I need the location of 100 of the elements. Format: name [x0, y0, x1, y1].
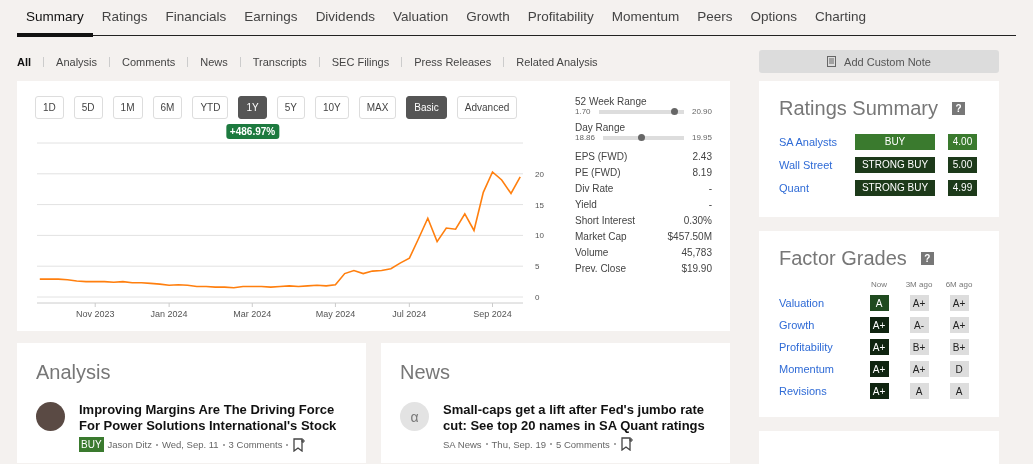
alpha-icon: α	[400, 402, 429, 431]
grade-badge: A	[909, 383, 929, 399]
y-axis-label: 20	[535, 169, 544, 179]
stat-label: Prev. Close	[575, 262, 626, 274]
period-button[interactable]: 10Y	[314, 96, 349, 119]
rating-source-link[interactable]: Quant	[779, 181, 855, 194]
article-date: Wed, Sep. 11	[161, 439, 219, 450]
factor-link[interactable]: Momentum	[779, 363, 859, 375]
article-title-link[interactable]: Improving Margins Are The Driving Force For Power Solutions International's Stock	[79, 402, 347, 434]
tab[interactable]: Peers	[688, 0, 742, 37]
stat-value: -	[708, 182, 712, 194]
author-name: Jason Ditz	[107, 439, 152, 450]
period-button[interactable]: 5D	[73, 96, 103, 119]
range-title: 52 Week Range	[575, 96, 648, 107]
factor-link[interactable]: Profitability	[779, 341, 859, 353]
grade-badge: A+	[869, 383, 889, 399]
card-title: Factor Grades	[779, 247, 907, 270]
chart-mode-button[interactable]: Advanced	[456, 96, 518, 119]
filter-link[interactable]: Transcripts	[252, 55, 307, 68]
change-badge: +486.97%	[225, 124, 280, 139]
bookmark-icon[interactable]	[619, 437, 634, 451]
bookmark-icon[interactable]	[292, 437, 307, 452]
x-axis-label: May 2024	[315, 309, 356, 319]
filter-link[interactable]: All	[17, 55, 32, 68]
grade-badge: A+	[869, 339, 889, 355]
factor-link[interactable]: Valuation	[779, 297, 859, 309]
tab[interactable]: Growth	[457, 0, 519, 37]
filter-link[interactable]: Analysis	[56, 55, 98, 68]
add-custom-note-button[interactable]: Add Custom Note	[759, 50, 999, 73]
grade-badge: A+	[909, 295, 929, 311]
y-axis-label: 10	[535, 231, 544, 241]
grade-badge: A+	[949, 317, 969, 333]
factor-link[interactable]: Growth	[779, 319, 859, 331]
help-icon[interactable]: ?	[951, 102, 965, 115]
y-axis-label: 15	[535, 200, 544, 210]
filter-link[interactable]: SEC Filings	[331, 55, 390, 68]
x-axis-label: Sep 2024	[473, 309, 512, 319]
period-button[interactable]: 1Y	[238, 96, 267, 119]
period-button[interactable]: 1M	[112, 96, 143, 119]
filter-link[interactable]: Related Analysis	[516, 55, 598, 68]
tab[interactable]: Charting	[806, 0, 876, 37]
period-button[interactable]: YTD	[192, 96, 229, 119]
article-title-link[interactable]: Small-caps get a lift after Fed's jumbo rate cut: See top 20 names in SA Quant ratings	[443, 402, 711, 434]
stat-label: Volume	[575, 246, 609, 258]
period-button[interactable]: MAX	[358, 96, 397, 119]
column-header: 6M ago	[944, 280, 974, 289]
x-axis-label: Mar 2024	[233, 309, 272, 319]
chart-mode-button[interactable]: Basic	[406, 96, 447, 119]
rating-badge: STRONG BUY	[855, 179, 935, 196]
grade-badge: A+	[949, 295, 969, 311]
tab[interactable]: Ratings	[92, 0, 157, 37]
stat-label: Short Interest	[575, 214, 636, 226]
grade-badge: A+	[869, 317, 889, 333]
tab[interactable]: Financials	[156, 0, 236, 37]
score-badge: 5.00	[948, 156, 977, 173]
grade-badge: A	[869, 295, 889, 311]
card-title: Ratings Summary	[779, 97, 938, 120]
avatar-placeholder	[36, 402, 65, 431]
rating-source-link[interactable]: SA Analysts	[779, 135, 855, 148]
stat-label: Market Cap	[575, 230, 627, 242]
range-low: 18.86	[575, 133, 596, 142]
factor-link[interactable]: Revisions	[779, 385, 859, 397]
document-icon	[827, 56, 837, 67]
period-button[interactable]: 5Y	[276, 96, 305, 119]
stat-value: -	[708, 198, 712, 210]
grade-badge: A+	[909, 361, 929, 377]
y-axis-label: 5	[535, 262, 540, 272]
filter-link[interactable]: News	[200, 55, 228, 68]
tab[interactable]: Summary	[17, 0, 93, 37]
column-header: Now	[870, 280, 888, 289]
grade-badge: A+	[869, 361, 889, 377]
stat-value: $457.50M	[667, 230, 712, 242]
filter-link[interactable]: Press Releases	[414, 55, 492, 68]
section-title: Analysis	[36, 361, 112, 384]
stat-value: 8.19	[692, 166, 712, 178]
stat-label: EPS (FWD)	[575, 150, 628, 162]
tab[interactable]: Valuation	[383, 0, 458, 37]
stat-value: 45,783	[681, 246, 712, 258]
tab[interactable]: Dividends	[306, 0, 384, 37]
period-button[interactable]: 1D	[35, 96, 64, 119]
tab[interactable]: Earnings	[235, 0, 307, 37]
author-name: SA News	[443, 438, 482, 450]
comments-link[interactable]: 5 Comments	[555, 438, 610, 450]
range-high: 20.90	[691, 107, 712, 116]
tab[interactable]: Profitability	[518, 0, 603, 37]
x-axis-label: Jul 2024	[392, 309, 427, 319]
range-high: 19.95	[691, 133, 712, 142]
grade-badge: B+	[949, 339, 969, 355]
filter-link[interactable]: Comments	[122, 55, 176, 68]
help-icon[interactable]: ?	[920, 252, 934, 265]
rating-source-link[interactable]: Wall Street	[779, 158, 855, 171]
tab[interactable]: Options	[741, 0, 807, 37]
period-button[interactable]: 6M	[152, 96, 183, 119]
stat-label: PE (FWD)	[575, 166, 621, 178]
stat-value: $19.90	[681, 262, 712, 274]
x-axis-label: Jan 2024	[150, 309, 188, 319]
comments-link[interactable]: 3 Comments	[228, 439, 283, 450]
column-header: 3M ago	[904, 280, 934, 289]
range-title: Day Range	[575, 122, 627, 133]
tab[interactable]: Momentum	[602, 0, 689, 37]
